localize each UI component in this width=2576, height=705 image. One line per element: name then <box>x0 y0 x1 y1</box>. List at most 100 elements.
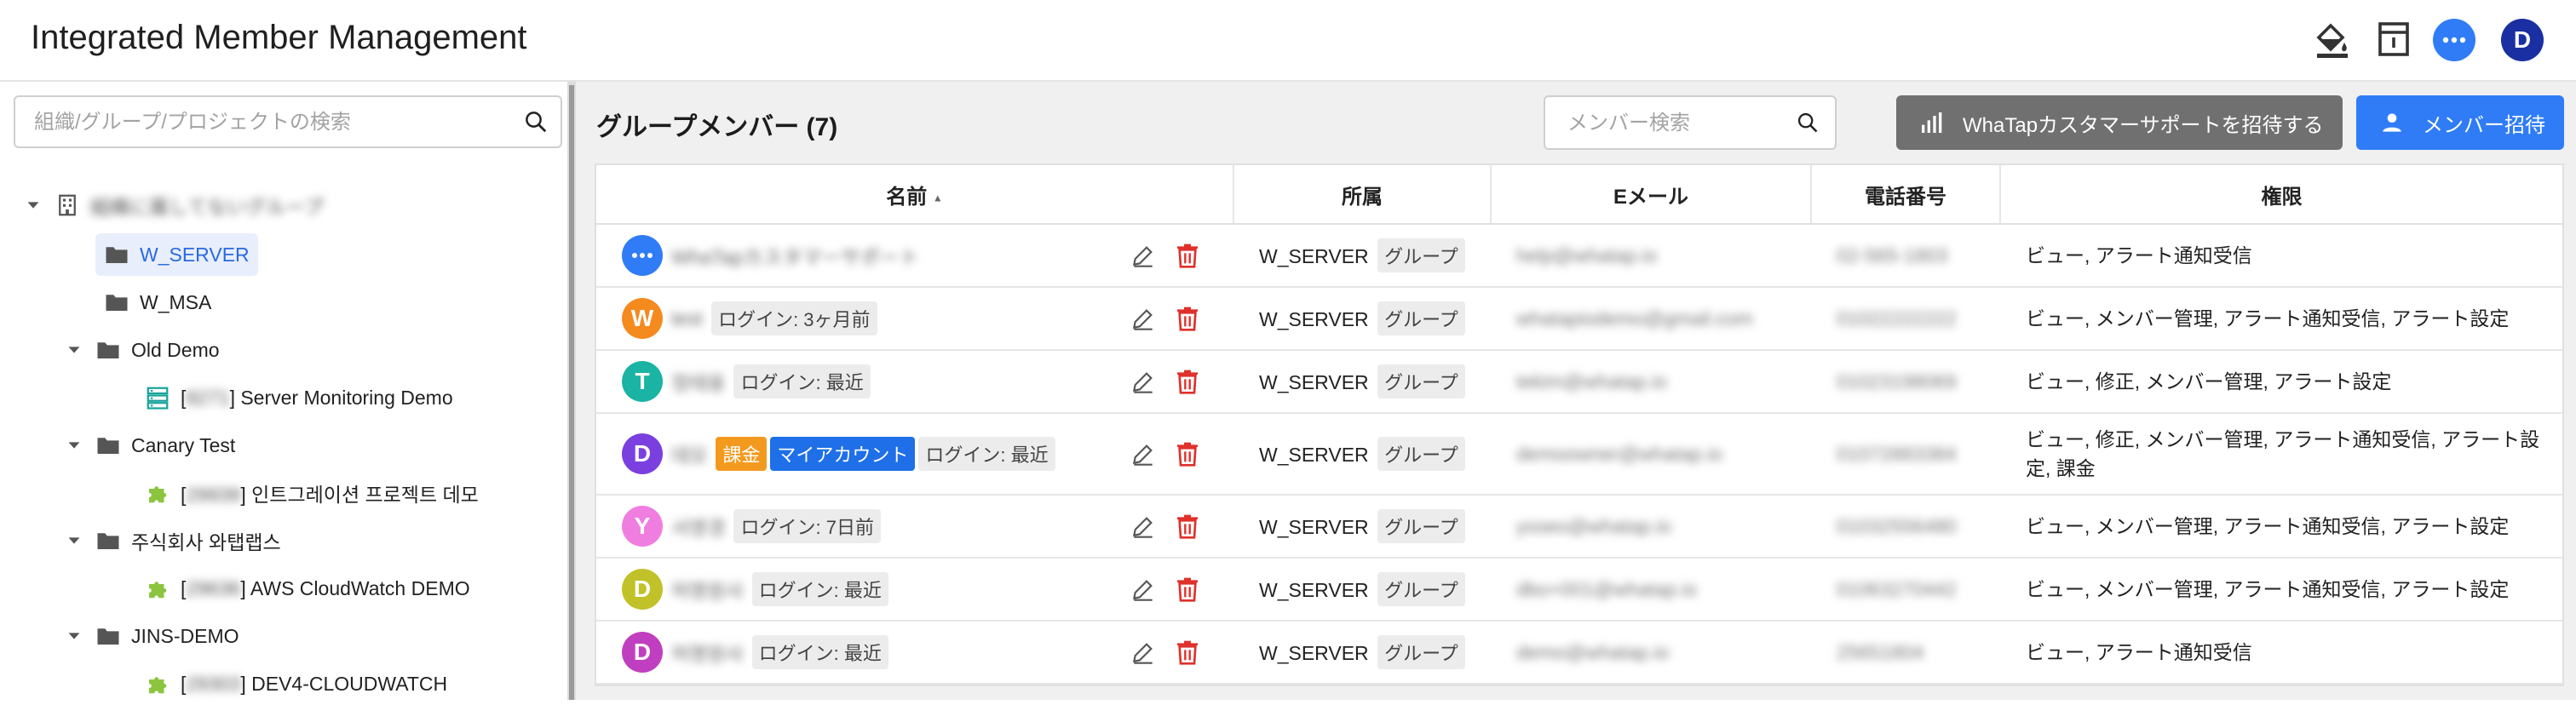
member-phone: 01063270442 <box>1837 577 1957 600</box>
member-search-input[interactable] <box>1566 97 1791 150</box>
tree-item-jins-demo[interactable]: JINS-DEMO <box>65 615 239 657</box>
edit-icon[interactable] <box>1130 513 1157 540</box>
delete-icon[interactable] <box>1174 242 1201 269</box>
caret-down-icon[interactable] <box>65 436 83 455</box>
project-id: 29939 <box>186 484 241 506</box>
table-row[interactable]: D 허명원사 ログイン: 最近 W_SERVER グループ dbo+001@wh… <box>596 558 2562 622</box>
caret-down-icon[interactable] <box>65 627 83 645</box>
member-email: demoowner@whatap.io <box>1516 442 1722 465</box>
member-avatar: D <box>622 433 663 474</box>
org-name: W_SERVER <box>1259 642 1369 664</box>
org-type-chip: グループ <box>1377 238 1465 272</box>
tree-item-integration-demo[interactable]: [29939] 인트그레이션 프로젝트 데모 <box>145 472 479 514</box>
tree-label: 주식회사 와탭랩스 <box>131 531 281 553</box>
edit-icon[interactable] <box>1130 242 1157 269</box>
caret-down-icon[interactable] <box>65 341 83 359</box>
org-cell: W_SERVER グループ <box>1233 413 1491 496</box>
sort-asc-icon[interactable]: ▲ <box>933 192 943 203</box>
delete-icon[interactable] <box>1174 639 1201 666</box>
tree-label: Server Monitoring Demo <box>240 386 453 409</box>
folder-icon <box>95 433 121 458</box>
tree-search[interactable] <box>14 95 562 148</box>
delete-icon[interactable] <box>1174 368 1201 395</box>
table-row[interactable]: T 정태웅 ログイン: 最近 W_SERVER グループ tekim@whata… <box>596 350 2562 414</box>
tree-item-canary-test[interactable]: Canary Test <box>65 424 235 467</box>
project-id: 29303 <box>186 672 241 695</box>
caret-down-icon[interactable] <box>24 196 43 215</box>
member-avatar: D <box>622 569 663 610</box>
invite-support-button[interactable]: WhaTapカスタマーサポートを招待する <box>1896 95 2343 150</box>
permission-cell: ビュー, メンバー管理, アラート通知受信, アラート設定 <box>2000 287 2562 351</box>
name-cell: T 정태웅 ログイン: 最近 <box>596 350 1233 414</box>
tree-item-ungrouped[interactable]: 組織に属してないグループ <box>24 184 324 226</box>
tree-item-whatap-labs[interactable]: 주식회사 와탭랩스 <box>65 519 281 562</box>
tree-item-dev4-cloudwatch[interactable]: [29303] DEV4-CLOUDWATCH <box>145 662 447 705</box>
org-name: W_SERVER <box>1259 444 1369 466</box>
phone-cell: 02-565-1803 <box>1811 224 2000 288</box>
member-name: 정태웅 <box>671 372 726 394</box>
delete-icon[interactable] <box>1174 576 1201 603</box>
edit-icon[interactable] <box>1130 576 1157 603</box>
login-chip: ログイン: 3ヶ月前 <box>711 301 877 335</box>
tree-item-w-server[interactable]: W_SERVER <box>95 233 258 276</box>
column-header-phone[interactable]: 電話番号 <box>1811 165 2001 225</box>
search-icon[interactable] <box>1796 111 1820 135</box>
name-cell: D 데모 課金 マイアカウント ログイン: 最近 <box>596 413 1233 496</box>
chat-icon[interactable] <box>2433 19 2475 61</box>
member-email: dbo+001@whatap.io <box>1516 577 1697 600</box>
tree-item-old-demo[interactable]: Old Demo <box>65 329 220 371</box>
member-phone: 01023198069 <box>1837 370 1957 393</box>
phone-cell: 25651804 <box>1811 621 2000 685</box>
org-cell: W_SERVER グループ <box>1233 495 1491 559</box>
search-icon[interactable] <box>523 109 549 135</box>
tree-label: Canary Test <box>131 433 236 456</box>
table-row[interactable]: D 허명원사 ログイン: 最近 W_SERVER グループ demo@whata… <box>596 621 2562 685</box>
email-cell: help@whatap.io <box>1491 224 1811 288</box>
page-title: グループメンバー (7) <box>596 113 838 141</box>
name-cell: D 허명원사 ログイン: 最近 <box>596 558 1233 622</box>
name-cell: Y 서영경 ログイン: 7日前 <box>596 495 1233 559</box>
delete-icon[interactable] <box>1174 513 1201 540</box>
column-header-email[interactable]: Eメール <box>1491 165 1812 225</box>
name-cell: D 허명원사 ログイン: 最近 <box>596 621 1233 685</box>
paint-bucket-icon[interactable] <box>2312 19 2353 60</box>
sidebar-scrollbar[interactable] <box>569 85 574 700</box>
member-search[interactable] <box>1544 95 1837 150</box>
email-cell: tekim@whatap.io <box>1491 350 1811 414</box>
member-avatar: T <box>622 361 663 402</box>
server-icon <box>145 385 170 410</box>
project-id: 8271 <box>186 386 230 409</box>
tree-search-input[interactable] <box>32 97 513 148</box>
invite-member-button[interactable]: メンバー招待 <box>2356 95 2564 150</box>
delete-icon[interactable] <box>1174 440 1201 467</box>
member-phone: 01032556480 <box>1837 514 1957 537</box>
member-name: 데모 <box>671 444 708 467</box>
table-row[interactable]: D 데모 課金 マイアカウント ログイン: 最近 W_SERVER グループ de… <box>596 413 2562 496</box>
table-row[interactable]: W test ログイン: 3ヶ月前 W_SERVER グループ whatapio… <box>596 287 2562 351</box>
tree-item-aws-cloudwatch-demo[interactable]: [29636] AWS CloudWatch DEMO <box>145 567 470 610</box>
table-row[interactable]: WhaTapカスタマーサポート W_SERVER グループ help@whata… <box>596 224 2562 288</box>
table-row[interactable]: Y 서영경 ログイン: 7日前 W_SERVER グループ ysseo@what… <box>596 495 2562 559</box>
tree-item-server-monitoring-demo[interactable]: [8271] Server Monitoring Demo <box>145 376 453 419</box>
edit-icon[interactable] <box>1130 440 1157 467</box>
sidebar: 組織に属してないグループ W_SERVER W_MSA Old Demo [82… <box>0 82 569 700</box>
column-header-org[interactable]: 所属 <box>1233 165 1492 225</box>
column-header-permission[interactable]: 権限 <box>2000 165 2562 225</box>
org-type-chip: グループ <box>1377 364 1465 398</box>
user-avatar[interactable]: D <box>2501 19 2544 61</box>
caret-down-icon[interactable] <box>65 531 83 550</box>
edit-icon[interactable] <box>1130 639 1157 666</box>
member-permissions: ビュー, アラート通知受信 <box>2026 244 2252 267</box>
archive-icon[interactable] <box>2373 19 2414 60</box>
edit-icon[interactable] <box>1130 305 1157 332</box>
email-cell: ysseo@whatap.io <box>1491 495 1811 559</box>
tree-item-w-msa[interactable]: W_MSA <box>104 281 211 324</box>
delete-icon[interactable] <box>1174 305 1201 332</box>
member-permissions: ビュー, 修正, メンバー管理, アラート設定 <box>2026 370 2392 393</box>
edit-icon[interactable] <box>1130 368 1157 395</box>
login-chip: ログイン: 最近 <box>918 437 1055 471</box>
column-header-name[interactable]: 名前 ▲ <box>596 165 1234 225</box>
tree-label: W_SERVER <box>140 243 250 266</box>
member-email: demo@whatap.io <box>1516 640 1670 663</box>
member-permissions: ビュー, メンバー管理, アラート通知受信, アラート設定 <box>2026 307 2510 330</box>
